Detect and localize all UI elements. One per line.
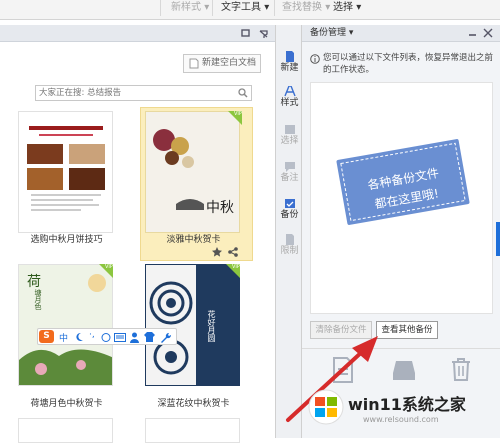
search-icon[interactable] bbox=[238, 88, 248, 98]
template-pane: 新建空白文档 大家正在搜: 总结报告 选购中秋月饼技巧 中秋 VIP 淡雅中秋贺… bbox=[0, 42, 275, 443]
new-blank-doc-label: 新建空白文档 bbox=[202, 58, 257, 68]
style-icon bbox=[283, 86, 296, 97]
template-card[interactable] bbox=[145, 418, 240, 443]
backup-icon bbox=[284, 199, 295, 208]
ime-logo-icon[interactable]: S bbox=[39, 330, 54, 343]
find-replace-button[interactable]: 查找替换 ▾ bbox=[282, 1, 330, 15]
template-card[interactable] bbox=[18, 111, 113, 233]
restore-window-icon[interactable] bbox=[241, 29, 251, 38]
blank-doc-icon bbox=[189, 58, 199, 69]
panel-edge-tab[interactable] bbox=[496, 222, 500, 256]
new-blank-doc-button[interactable]: 新建空白文档 bbox=[183, 54, 261, 73]
close-icon[interactable] bbox=[483, 28, 493, 38]
template-card[interactable]: 荷 塘月色 bbox=[18, 264, 113, 386]
restrict-icon bbox=[285, 234, 294, 245]
toolbar-separator bbox=[160, 0, 161, 16]
wrench-icon[interactable] bbox=[160, 332, 171, 343]
template-title: 深蓝花纹中秋贺卡 bbox=[157, 399, 230, 409]
rail-item-comment[interactable]: 备注 bbox=[276, 161, 303, 184]
info-icon bbox=[310, 54, 320, 64]
template-title: 荷塘月色中秋贺卡 bbox=[30, 399, 103, 409]
minimize-icon[interactable] bbox=[468, 29, 477, 38]
rail-item-new[interactable]: 新建 bbox=[276, 51, 303, 74]
rail-item-backup[interactable]: 备份 bbox=[276, 198, 303, 221]
card-art-text: 花好月圆 bbox=[207, 310, 216, 342]
top-toolbar: 新样式 ▾ 文字工具 ▾ 查找替换 ▾ 选择 ▾ bbox=[0, 0, 500, 20]
select-icon bbox=[284, 125, 295, 134]
favorite-star-icon[interactable] bbox=[212, 247, 222, 257]
watermark-url: www.relsound.com bbox=[363, 415, 439, 424]
vip-badge-label: VIP bbox=[234, 111, 242, 117]
rail-item-select[interactable]: 选择 bbox=[276, 124, 303, 147]
backup-panel-title[interactable]: 备份管理 ▾ bbox=[310, 27, 353, 40]
template-card[interactable]: 花好月圆 bbox=[145, 264, 240, 386]
rail-item-style[interactable]: 样式 bbox=[276, 86, 303, 109]
card-art-text: 中秋 bbox=[206, 200, 234, 216]
pin-icon[interactable] bbox=[258, 29, 270, 39]
card-art-text: 塘月色 bbox=[34, 289, 42, 310]
keyboard-icon[interactable] bbox=[114, 333, 126, 342]
watermark-logo bbox=[308, 389, 344, 425]
emoji-icon[interactable] bbox=[101, 333, 111, 342]
search-placeholder: 大家正在搜: 总结报告 bbox=[39, 88, 122, 98]
backup-info-text: 您可以通过以下文件列表，恢复异常退出之前的工作状态。 bbox=[323, 53, 494, 75]
watermark: win11系统之家 www.relsound.com bbox=[300, 385, 498, 435]
comment-icon bbox=[284, 162, 295, 172]
template-title: 选购中秋月饼技巧 bbox=[30, 235, 103, 245]
moon-icon[interactable] bbox=[75, 332, 84, 342]
skin-icon[interactable] bbox=[144, 332, 155, 342]
trash-icon[interactable] bbox=[450, 357, 472, 381]
user-icon[interactable] bbox=[130, 332, 139, 343]
template-thumbnail-frame: 中秋 bbox=[145, 111, 240, 233]
backup-panel-header: 备份管理 ▾ bbox=[302, 25, 500, 42]
rail-item-restrict[interactable]: 限制 bbox=[276, 234, 303, 257]
rail-item-label: 样式 bbox=[280, 98, 299, 108]
rail-item-label: 限制 bbox=[280, 246, 299, 256]
vip-badge-label: VIP bbox=[105, 264, 113, 270]
backup-file-list[interactable]: 各种备份文件 都在这里哦! bbox=[310, 82, 493, 314]
template-thumbnail bbox=[27, 126, 105, 211]
toolbar-separator bbox=[212, 0, 213, 16]
template-card[interactable] bbox=[18, 418, 113, 443]
new-style-button[interactable]: 新样式 ▾ bbox=[171, 1, 209, 15]
rail-item-label: 备份 bbox=[280, 210, 299, 220]
template-title: 淡雅中秋贺卡 bbox=[166, 235, 221, 245]
ime-mode-toggle[interactable]: 中 bbox=[59, 331, 68, 344]
text-tools-button[interactable]: 文字工具 ▾ bbox=[221, 1, 269, 15]
vip-badge-label: VIP bbox=[232, 264, 240, 270]
card-art-text: 荷 bbox=[27, 274, 41, 290]
watermark-text: win11系统之家 bbox=[348, 395, 466, 414]
rail-item-label: 选择 bbox=[280, 136, 299, 146]
rail-item-label: 备注 bbox=[280, 173, 299, 183]
share-icon[interactable] bbox=[228, 247, 238, 257]
ime-toolbar: S 中 ·, bbox=[37, 328, 177, 345]
template-thumbnail bbox=[146, 265, 239, 385]
template-search-input[interactable]: 大家正在搜: 总结报告 bbox=[35, 85, 252, 101]
new-doc-icon bbox=[285, 51, 294, 62]
pane-tab-bar bbox=[0, 25, 275, 42]
ime-punctuation-toggle[interactable]: ·, bbox=[89, 330, 95, 340]
rail-item-label: 新建 bbox=[280, 63, 299, 73]
toolbar-separator bbox=[274, 0, 275, 16]
select-button[interactable]: 选择 ▾ bbox=[333, 1, 361, 15]
